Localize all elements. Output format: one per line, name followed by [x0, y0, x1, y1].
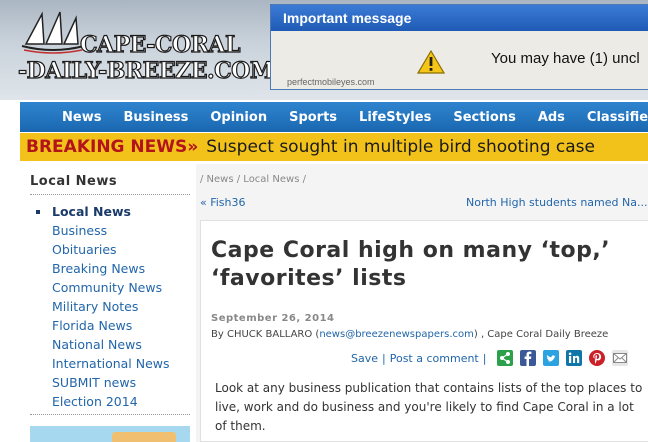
sidebar-item-business[interactable]: Business: [30, 221, 170, 240]
byline-prefix: By CHUCK BALLARO (: [211, 329, 320, 340]
article-headline: Cape Coral high on many ‘top,’ ‘favorite…: [211, 238, 611, 291]
article-byline: By CHUCK BALLARO (news@breezenewspapers.…: [211, 329, 608, 340]
nav-business[interactable]: Business: [112, 110, 199, 125]
sidebar-divider-bottom: [30, 414, 190, 415]
main-content: / News / Local News / « Fish36 North Hig…: [196, 164, 648, 442]
ad-title: Important message: [271, 5, 648, 31]
next-article-link[interactable]: North High students named Na...: [466, 196, 647, 209]
warning-icon: [417, 49, 445, 74]
logo-text-line1: CAPE-CORAL: [79, 31, 241, 58]
breaking-news-headline[interactable]: Suspect sought in multiple bird shooting…: [206, 137, 595, 157]
nav-opinion[interactable]: Opinion: [199, 110, 278, 125]
article-tools: Save | Post a comment |: [351, 349, 629, 367]
sidebar-item-military-notes[interactable]: Military Notes: [30, 297, 170, 316]
post-comment-link[interactable]: Post a comment: [390, 352, 479, 365]
sidebar-item-local-news[interactable]: Local News: [30, 202, 170, 221]
breadcrumb[interactable]: / News / Local News /: [200, 174, 306, 185]
nav-classifieds[interactable]: Classifieds: [576, 110, 648, 125]
ad-source: perfectmobileyes.com: [287, 77, 375, 87]
article: Cape Coral high on many ‘top,’ ‘favorite…: [200, 220, 648, 442]
main-nav: News Business Opinion Sports LifeStyles …: [20, 102, 648, 132]
sidebar-item-election-2014[interactable]: Election 2014: [30, 392, 170, 411]
site-header: CAPE-CORAL -DAILY-BREEZE.COM Important m…: [0, 0, 648, 100]
nav-sports[interactable]: Sports: [278, 110, 348, 125]
article-body: Look at any business publication that co…: [215, 381, 643, 433]
byline-email-link[interactable]: news@breezenewspapers.com: [319, 329, 474, 340]
sidebar-item-obituaries[interactable]: Obituaries: [30, 240, 170, 259]
breaking-news-label: BREAKING NEWS»: [26, 137, 199, 157]
share-icon[interactable]: [497, 350, 514, 366]
facebook-icon[interactable]: [520, 350, 537, 366]
email-icon[interactable]: [612, 350, 629, 366]
sidebar-item-community-news[interactable]: Community News: [30, 278, 170, 297]
tools-separator: |: [382, 351, 386, 365]
site-logo[interactable]: CAPE-CORAL -DAILY-BREEZE.COM: [17, 10, 275, 86]
logo-text-line2: -DAILY-BREEZE.COM: [17, 57, 274, 84]
sidebar-item-submit-news[interactable]: SUBMIT news: [30, 373, 170, 392]
save-link[interactable]: Save: [351, 352, 378, 365]
nav-lifestyles[interactable]: LifeStyles: [348, 110, 442, 125]
tools-separator: |: [482, 351, 487, 365]
breaking-news-bar: BREAKING NEWS» Suspect sought in multipl…: [20, 133, 648, 161]
sidebar-item-international-news[interactable]: International News: [30, 354, 170, 373]
sailboats-logo-icon: [21, 11, 85, 54]
pinterest-icon[interactable]: [589, 350, 606, 366]
article-date: September 26, 2014: [211, 313, 335, 324]
sidebar: Local News Local News Business Obituarie…: [20, 164, 190, 442]
sidebar-divider: [30, 194, 190, 195]
ad-banner[interactable]: Important message You may have (1) uncl …: [270, 4, 648, 90]
prev-article-link[interactable]: « Fish36: [200, 196, 246, 209]
ad-message: You may have (1) uncl: [491, 50, 640, 67]
nav-news[interactable]: News: [20, 110, 112, 125]
sidebar-title: Local News: [30, 174, 118, 189]
twitter-icon[interactable]: [543, 350, 560, 366]
nav-ads[interactable]: Ads: [527, 110, 576, 125]
nav-sections[interactable]: Sections: [442, 110, 526, 125]
sidebar-item-florida-news[interactable]: Florida News: [30, 316, 170, 335]
linkedin-icon[interactable]: [566, 350, 583, 366]
sidebar-promo-image[interactable]: [30, 426, 190, 442]
sidebar-item-national-news[interactable]: National News: [30, 335, 170, 354]
byline-suffix: ) , Cape Coral Daily Breeze: [473, 329, 609, 340]
sidebar-item-breaking-news[interactable]: Breaking News: [30, 259, 170, 278]
sidebar-list: Local News Business Obituaries Breaking …: [30, 202, 170, 411]
promo-graphic: [112, 432, 176, 442]
